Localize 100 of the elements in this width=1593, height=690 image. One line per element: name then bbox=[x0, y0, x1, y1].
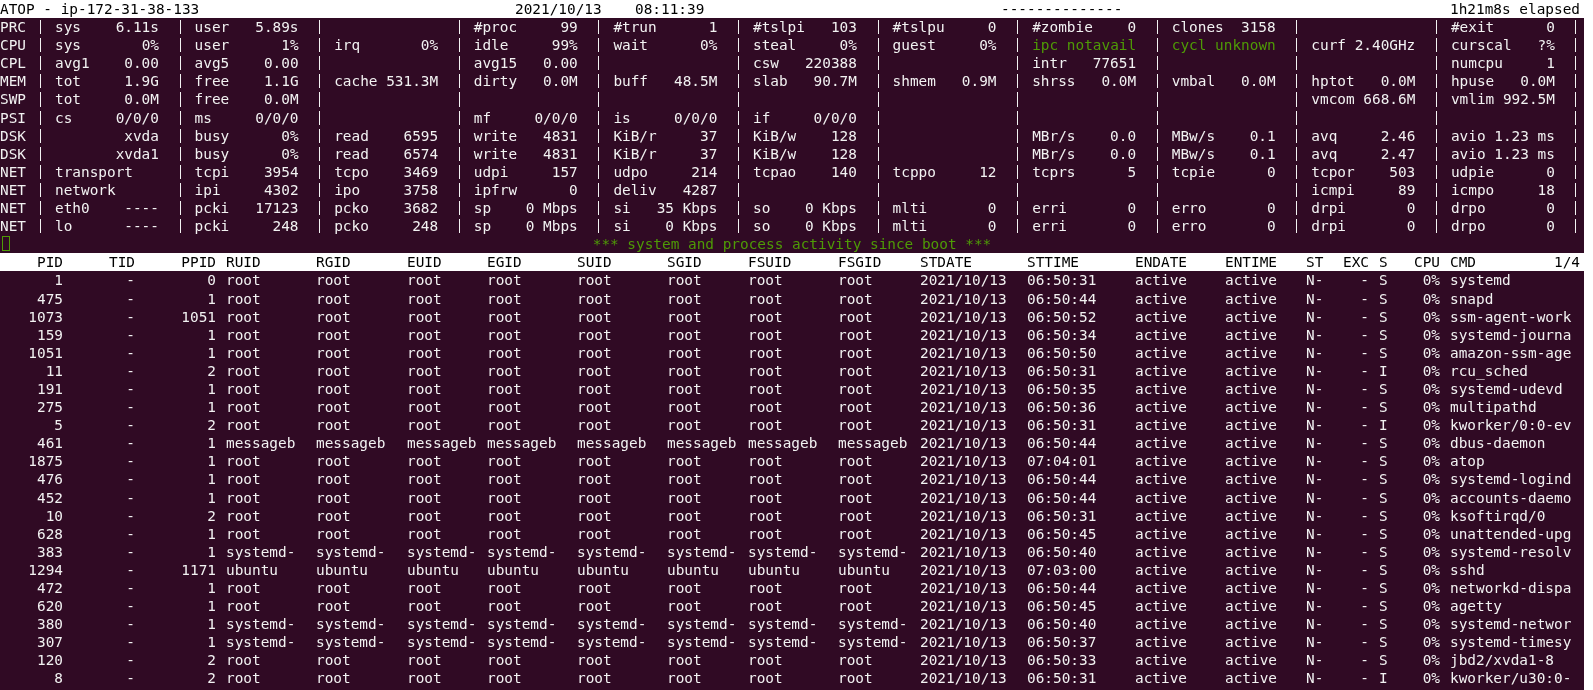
table-cell-text: messageb bbox=[577, 434, 648, 453]
table-cell-text: kworker/u30:0- bbox=[1449, 669, 1573, 688]
table-cell-text: 2 bbox=[206, 669, 216, 688]
table-cell-text: systemd-journa bbox=[1449, 325, 1573, 344]
table-cell-text: root bbox=[577, 416, 613, 435]
table-cell-text: - bbox=[125, 633, 135, 652]
table-cell-text: - bbox=[125, 651, 135, 670]
table-cell-text: systemd- bbox=[838, 633, 909, 652]
table-cell-text: ubuntu bbox=[407, 560, 460, 579]
table-cell-text: active bbox=[1135, 651, 1188, 670]
table-cell-text: root bbox=[225, 597, 262, 616]
table-cell-text: active bbox=[1135, 452, 1188, 471]
table-cell-text: systemd- bbox=[225, 633, 297, 652]
table-cell-text: N- bbox=[1306, 343, 1325, 362]
metric-text: csw 220388 bbox=[752, 54, 857, 73]
table-cell-text: N- bbox=[1306, 470, 1325, 489]
metric-text: if 0/0/0 bbox=[752, 108, 857, 127]
table-cell-text: - bbox=[125, 579, 135, 598]
table-cell-text: active bbox=[1135, 343, 1188, 362]
table-cell-text: root bbox=[838, 579, 874, 598]
metric-text: dirty 0.0M bbox=[473, 72, 578, 91]
metric-text: sys 0% bbox=[55, 36, 159, 55]
metric-text: free 1.1G bbox=[194, 72, 299, 91]
table-cell-text: systemd- bbox=[748, 615, 819, 634]
table-cell-text: 06:50:40 bbox=[1027, 542, 1098, 561]
table-cell-text: root bbox=[577, 289, 613, 308]
table-cell-text: root bbox=[577, 506, 613, 525]
row-label: DSK bbox=[0, 126, 27, 145]
metric-text: udpo 214 bbox=[613, 162, 718, 181]
table-cell-text: active bbox=[1225, 470, 1278, 489]
table-cell-text: active bbox=[1135, 434, 1188, 453]
table-cell-text: N- bbox=[1306, 289, 1325, 308]
metric-text: avg5 0.00 bbox=[194, 54, 299, 73]
metric-text: erro 0 bbox=[1171, 199, 1276, 218]
column-header: PID bbox=[36, 253, 63, 272]
metric-text: read 6574 bbox=[334, 144, 439, 163]
table-cell-text: 1 bbox=[206, 488, 216, 507]
table-cell-text: 1 bbox=[206, 452, 216, 471]
metric-text: numcpu 1 bbox=[1450, 54, 1555, 73]
table-cell-text: 2 bbox=[206, 651, 216, 670]
table-cell-text: 307 bbox=[36, 633, 63, 652]
table-cell-text: systemd- bbox=[407, 615, 478, 634]
metric-text: busy 0% bbox=[194, 144, 299, 163]
row-label: PRC bbox=[0, 18, 27, 37]
table-cell-text: 2021/10/13 bbox=[920, 579, 1008, 598]
table-cell-text: root bbox=[225, 379, 262, 399]
column-header: ENDATE bbox=[1135, 253, 1188, 272]
table-cell-text: S bbox=[1378, 271, 1389, 290]
metric-text: hptot 0.0M bbox=[1311, 72, 1416, 91]
table-cell-text: root bbox=[838, 597, 874, 616]
table-cell-text: - bbox=[1359, 633, 1369, 652]
column-header: ST bbox=[1306, 253, 1325, 272]
table-cell-text: I bbox=[1378, 416, 1389, 435]
row-label: NET bbox=[0, 199, 27, 218]
table-cell-text: root bbox=[838, 307, 874, 326]
row-label: SWP bbox=[0, 90, 27, 109]
table-cell-text: 1 bbox=[206, 434, 216, 453]
table-cell-text: - bbox=[1359, 579, 1369, 598]
table-cell-text: root bbox=[487, 452, 523, 471]
table-cell-text: root bbox=[487, 361, 523, 380]
table-cell-text: active bbox=[1135, 325, 1188, 344]
table-cell-text: root bbox=[838, 452, 874, 471]
table-cell-text: root bbox=[577, 470, 613, 489]
table-cell-text: root bbox=[407, 579, 443, 598]
table-cell-text: root bbox=[487, 524, 523, 543]
table-cell-text: 2021/10/13 bbox=[920, 452, 1008, 471]
table-cell-text: root bbox=[748, 597, 784, 616]
table-cell-text: - bbox=[1359, 289, 1369, 308]
table-cell-text: root bbox=[225, 289, 262, 308]
table-cell-text: S bbox=[1378, 434, 1389, 453]
column-header: EUID bbox=[407, 253, 443, 272]
table-cell-text: N- bbox=[1306, 488, 1325, 507]
metric-text: pcki 248 bbox=[194, 217, 299, 236]
table-cell-text: 06:50:40 bbox=[1027, 615, 1098, 634]
table-cell-text: 06:50:50 bbox=[1027, 343, 1098, 362]
table-cell-text: active bbox=[1225, 452, 1278, 471]
table-cell-text: root bbox=[577, 325, 613, 344]
table-cell-text: 06:50:52 bbox=[1027, 307, 1098, 326]
table-cell-text: 0% bbox=[1421, 651, 1440, 670]
table-cell-text: 0% bbox=[1421, 579, 1440, 598]
table-cell-text: root bbox=[225, 669, 262, 688]
table-cell-text: N- bbox=[1306, 651, 1325, 670]
table-cell-text: - bbox=[1359, 452, 1369, 471]
table-cell-text: networkd-dispa bbox=[1449, 579, 1573, 598]
table-cell-text: root bbox=[487, 416, 523, 435]
table-cell-text: 2021/10/13 bbox=[920, 379, 1008, 399]
table-cell-text: root bbox=[407, 470, 443, 489]
table-cell-text: root bbox=[667, 488, 703, 507]
metric-text: KiB/w 128 bbox=[752, 126, 857, 145]
table-cell-text: root bbox=[225, 398, 262, 417]
table-cell-text: root bbox=[748, 669, 784, 688]
table-cell-text: ubuntu bbox=[577, 560, 630, 579]
table-cell-text: systemd-networ bbox=[1449, 615, 1573, 634]
table-cell-text: N- bbox=[1306, 434, 1325, 453]
table-cell-text: root bbox=[667, 452, 703, 471]
table-cell-text: N- bbox=[1306, 325, 1325, 344]
metric-text: tot 0.0M bbox=[55, 90, 159, 109]
row-label: NET bbox=[0, 180, 27, 200]
table-cell-text: I bbox=[1378, 669, 1389, 688]
table-cell-text: active bbox=[1135, 289, 1188, 308]
